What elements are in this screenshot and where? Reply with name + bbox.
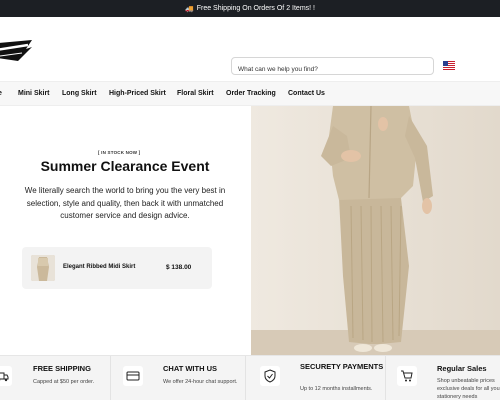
nav-item-mini-skirt[interactable]: Mini Skirt xyxy=(18,90,50,97)
featured-product-card[interactable]: Elegant Ribbed Midi Skirt $ 138.00 xyxy=(22,247,212,289)
nav-item-order-tracking[interactable]: Order Tracking xyxy=(226,90,276,97)
hero-model-image xyxy=(251,106,500,355)
stock-badge: [ IN STOCK NOW ] xyxy=(98,150,141,155)
truck-icon xyxy=(0,366,12,386)
feature-title: CHAT WITH US xyxy=(163,364,218,373)
feature-text: Up to 12 months installments. xyxy=(300,386,373,392)
feature-text: We offer 24-hour chat support. xyxy=(163,379,238,385)
feature-text: Shop unbeatable prices exclusive deals f… xyxy=(437,378,500,400)
feature-text: Capped at $50 per order. xyxy=(33,379,95,385)
frantic-logo[interactable] xyxy=(0,37,34,63)
feature-regular-sales: Regular Sales Shop unbeatable prices exc… xyxy=(385,356,500,400)
credit-card-icon xyxy=(123,366,143,386)
cart-icon xyxy=(397,366,417,386)
hero-description: We literally search the world to bring y… xyxy=(24,186,226,220)
announcement-text: Free Shipping On Orders Of 2 Items! ! xyxy=(196,5,315,12)
nav-item-floral-skirt[interactable]: Floral Skirt xyxy=(177,90,214,97)
product-name[interactable]: Elegant Ribbed Midi Skirt xyxy=(63,264,135,270)
product-price: $ 138.00 xyxy=(166,264,192,271)
nav-item-contact-us[interactable]: Contact Us xyxy=(288,90,325,97)
feature-secure-payments: SECURETY PAYMENTS Up to 12 months instal… xyxy=(245,356,385,400)
search-input[interactable] xyxy=(232,61,433,78)
feature-chat: CHAT WITH US We offer 24-hour chat suppo… xyxy=(110,356,245,400)
shield-check-icon xyxy=(260,366,280,386)
announcement-bar: 🚚 Free Shipping On Orders Of 2 Items! ! xyxy=(0,0,500,17)
us-flag-icon[interactable] xyxy=(443,61,455,70)
nav-item-high-priced-skirt[interactable]: High-Priced Skirt xyxy=(109,90,166,97)
features-strip: FREE SHIPPING Capped at $50 per order. C… xyxy=(0,355,500,400)
main-nav: e Mini Skirt Long Skirt High-Priced Skir… xyxy=(0,81,500,106)
truck-icon: 🚚 xyxy=(185,5,194,13)
hero-text-panel xyxy=(0,106,251,355)
search-box[interactable] xyxy=(231,57,434,78)
feature-title: FREE SHIPPING xyxy=(33,364,91,373)
feature-title: SECURETY PAYMENTS xyxy=(300,362,384,371)
product-thumbnail[interactable] xyxy=(31,255,55,281)
nav-item-partial[interactable]: e xyxy=(0,90,2,97)
hero-title: Summer Clearance Event xyxy=(40,158,210,174)
site-header xyxy=(0,17,500,81)
nav-item-long-skirt[interactable]: Long Skirt xyxy=(62,90,97,97)
feature-title: Regular Sales xyxy=(437,364,487,373)
feature-free-shipping: FREE SHIPPING Capped at $50 per order. xyxy=(0,356,110,400)
